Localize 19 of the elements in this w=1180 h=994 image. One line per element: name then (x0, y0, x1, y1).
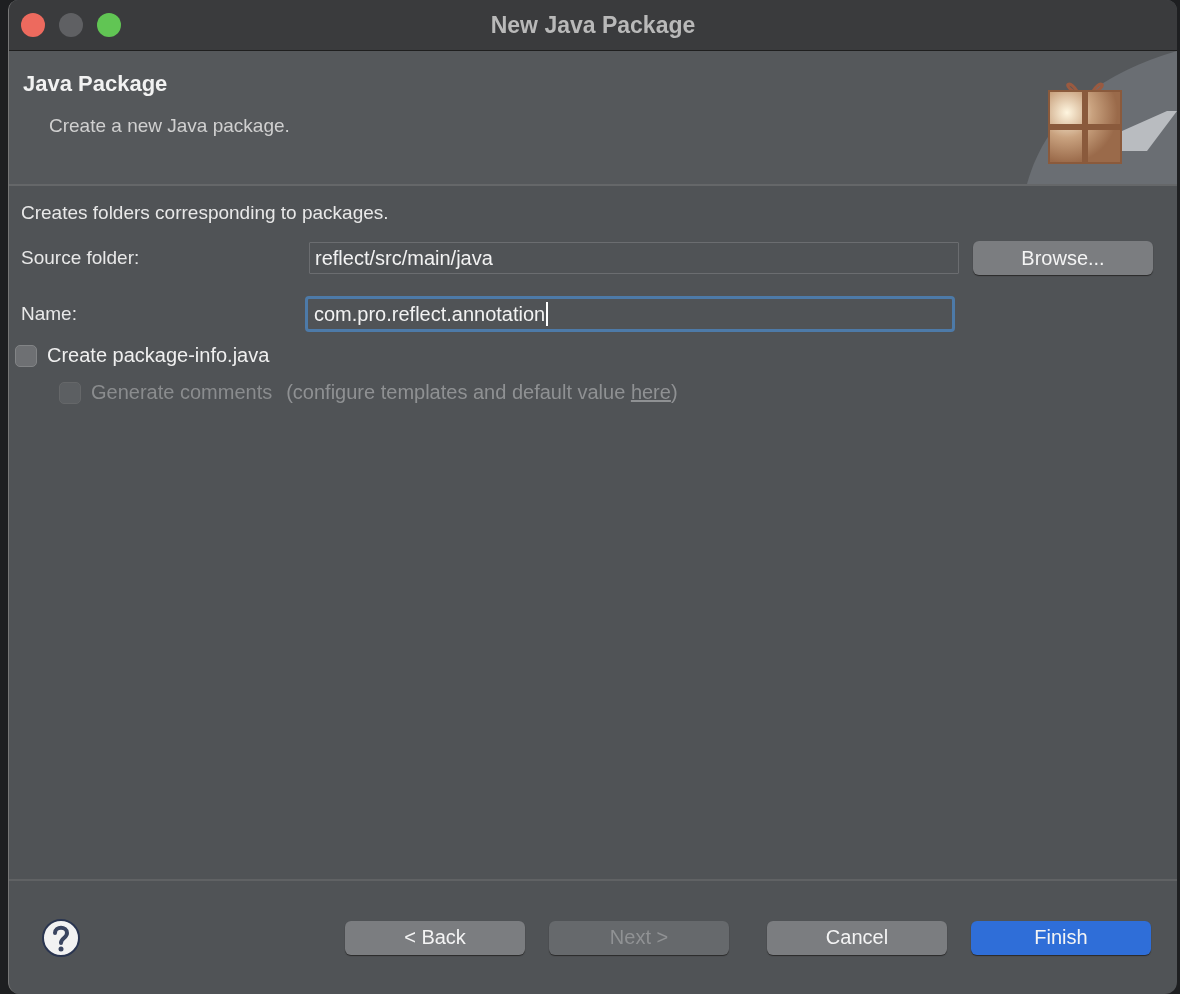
text-field[interactable]: reflect/src/main/java (309, 242, 959, 274)
description-text: Creates folders corresponding to packages. (21, 202, 389, 224)
browse-button[interactable]: Browse... (973, 241, 1153, 275)
field-label: Name: (21, 303, 77, 324)
page-title: Java Package (23, 71, 168, 97)
dialog-button[interactable]: Finish (971, 920, 1151, 955)
text-field[interactable]: com.pro.reflect.annotation (305, 296, 955, 332)
field-label: Source folder: (21, 247, 140, 268)
window-title: New Java Package (490, 11, 696, 38)
help-icon[interactable] (41, 917, 81, 958)
checkbox[interactable] (15, 344, 37, 367)
page-subtitle: Create a new Java package. (49, 115, 290, 137)
hint-text: (configure templates and default value here) (286, 381, 678, 404)
zoom-icon[interactable] (97, 13, 121, 37)
dialog-button[interactable]: Cancel (767, 920, 947, 955)
checkbox-label: Create package-info.java (47, 344, 270, 367)
checkbox-label: Generate comments (91, 381, 273, 404)
dialog-button[interactable]: < Back (345, 920, 525, 955)
close-icon[interactable] (21, 13, 45, 37)
